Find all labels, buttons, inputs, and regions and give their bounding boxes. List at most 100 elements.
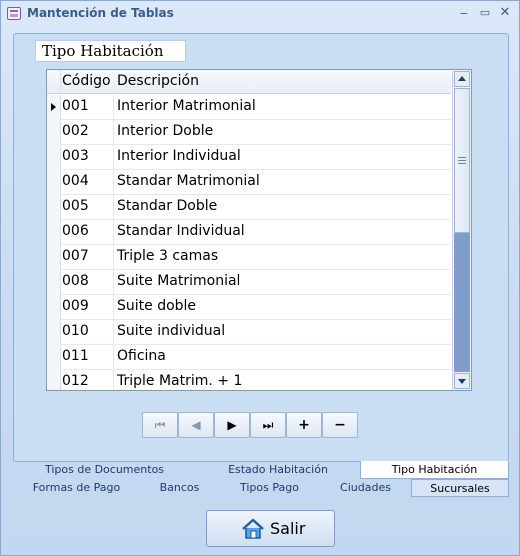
row-header (47, 195, 61, 220)
table-row[interactable]: 002 Interior Doble (47, 120, 451, 145)
cell-divider (113, 195, 114, 220)
table-row[interactable]: 003 Interior Individual (47, 145, 451, 170)
cell-code[interactable]: 006 (62, 223, 89, 239)
row-header (47, 245, 61, 270)
cell-description[interactable]: Suite Matrimonial (117, 273, 240, 289)
table-row[interactable]: 006 Standar Individual (47, 220, 451, 245)
tab-tipos-pago[interactable]: Tipos Pago (219, 479, 320, 497)
cell-divider (113, 270, 114, 295)
last-record-button[interactable]: ⏭ (250, 412, 286, 438)
main-window: Mantención de Tablas ‒ ▭ ✕ Tipo Habitaci… (0, 0, 520, 556)
table-row[interactable]: 004 Standar Matrimonial (47, 170, 451, 195)
previous-record-button[interactable]: ◀ (178, 412, 214, 438)
cell-description[interactable]: Standar Individual (117, 223, 245, 239)
tab-tipo-habitacion[interactable]: Tipo Habitación (360, 461, 509, 479)
last-record-icon: ⏭ (262, 418, 274, 432)
table-row[interactable]: 012 Triple Matrim. + 1 (47, 370, 451, 390)
close-button[interactable]: ✕ (497, 5, 513, 21)
cell-code[interactable]: 007 (62, 248, 89, 264)
minimize-button[interactable]: ‒ (456, 5, 472, 21)
row-header (47, 345, 61, 370)
table-row[interactable]: 009 Suite doble (47, 295, 451, 320)
exit-button-label: Salir (270, 519, 306, 538)
scroll-down-arrow-icon[interactable] (454, 373, 470, 389)
cell-description[interactable]: Standar Doble (117, 198, 217, 214)
tab-bancos[interactable]: Bancos (140, 479, 219, 497)
cell-description[interactable]: Standar Matrimonial (117, 173, 260, 189)
row-header (47, 120, 61, 145)
delete-record-button[interactable]: − (322, 412, 358, 438)
cell-code[interactable]: 012 (62, 373, 89, 389)
cell-divider (113, 120, 114, 145)
app-icon (7, 7, 21, 20)
panel-caption: Tipo Habitación (35, 40, 186, 62)
next-record-icon: ▶ (227, 418, 237, 432)
scrollbar-thumb[interactable] (454, 88, 470, 233)
cell-code[interactable]: 001 (62, 98, 89, 114)
column-header-code[interactable]: Código (62, 73, 111, 89)
cell-code[interactable]: 008 (62, 273, 89, 289)
vertical-scrollbar[interactable] (452, 70, 471, 390)
cell-divider (113, 95, 114, 120)
cell-code[interactable]: 009 (62, 298, 89, 314)
cell-description[interactable]: Suite individual (117, 323, 225, 339)
cell-description[interactable]: Triple Matrim. + 1 (117, 373, 242, 389)
cell-code[interactable]: 011 (62, 348, 89, 364)
tab-sucursales[interactable]: Sucursales (411, 479, 509, 497)
cell-code[interactable]: 003 (62, 148, 89, 164)
tab-page-panel: Tipo Habitación Código Descripción 001 In… (13, 33, 509, 462)
tab-strip-row-1: Tipos de Documentos Estado Habitación Ti… (13, 461, 509, 479)
cell-divider (113, 345, 114, 370)
grip-icon (458, 157, 466, 164)
cell-divider (113, 245, 114, 270)
tab-estado-habitacion[interactable]: Estado Habitación (196, 461, 360, 479)
cell-divider (113, 370, 114, 390)
table-row[interactable]: 011 Oficina (47, 345, 451, 370)
cell-description[interactable]: Interior Doble (117, 123, 213, 139)
cell-description[interactable]: Interior Individual (117, 148, 241, 164)
cell-code[interactable]: 002 (62, 123, 89, 139)
exit-button[interactable]: Salir (206, 510, 335, 547)
scroll-up-arrow-icon[interactable] (454, 71, 470, 87)
cell-divider (113, 145, 114, 170)
cell-divider (113, 170, 114, 195)
cell-code[interactable]: 004 (62, 173, 89, 189)
title-bar: Mantención de Tablas ‒ ▭ ✕ (1, 1, 519, 27)
grid-rows: 001 Interior Matrimonial 002 Interior Dobl… (47, 95, 451, 390)
row-header (47, 145, 61, 170)
table-row[interactable]: 010 Suite individual (47, 320, 451, 345)
tab-ciudades[interactable]: Ciudades (320, 479, 411, 497)
cell-description[interactable]: Triple 3 camas (117, 248, 218, 264)
cell-divider (113, 220, 114, 245)
row-header (47, 270, 61, 295)
first-record-icon: ⏮ (154, 418, 166, 432)
table-row[interactable]: 001 Interior Matrimonial (47, 95, 451, 120)
data-grid[interactable]: Código Descripción 001 Interior Matrimoni… (46, 69, 472, 391)
table-row[interactable]: 005 Standar Doble (47, 195, 451, 220)
window-title: Mantención de Tablas (27, 6, 174, 20)
maximize-button[interactable]: ▭ (477, 5, 493, 21)
cell-description[interactable]: Interior Matrimonial (117, 98, 256, 114)
table-row[interactable]: 008 Suite Matrimonial (47, 270, 451, 295)
column-header-description[interactable]: Descripción (117, 73, 199, 89)
minus-icon: − (334, 417, 346, 433)
cell-code[interactable]: 005 (62, 198, 89, 214)
next-record-button[interactable]: ▶ (214, 412, 250, 438)
first-record-button[interactable]: ⏮ (142, 412, 178, 438)
plus-icon: + (298, 417, 310, 433)
tab-tipos-de-documentos[interactable]: Tipos de Documentos (13, 461, 196, 479)
row-header (47, 295, 61, 320)
cell-code[interactable]: 010 (62, 323, 89, 339)
previous-record-icon: ◀ (191, 418, 201, 432)
add-record-button[interactable]: + (286, 412, 322, 438)
table-row[interactable]: 007 Triple 3 camas (47, 245, 451, 270)
cell-divider (113, 320, 114, 345)
tab-strip-row-2: Formas de Pago Bancos Tipos Pago Ciudade… (13, 479, 509, 497)
home-icon (242, 518, 264, 539)
row-header (47, 320, 61, 345)
cell-description[interactable]: Oficina (117, 348, 166, 364)
row-header (47, 95, 61, 120)
cell-description[interactable]: Suite doble (117, 298, 196, 314)
tab-formas-de-pago[interactable]: Formas de Pago (13, 479, 140, 497)
grid-header: Código Descripción (47, 70, 451, 94)
